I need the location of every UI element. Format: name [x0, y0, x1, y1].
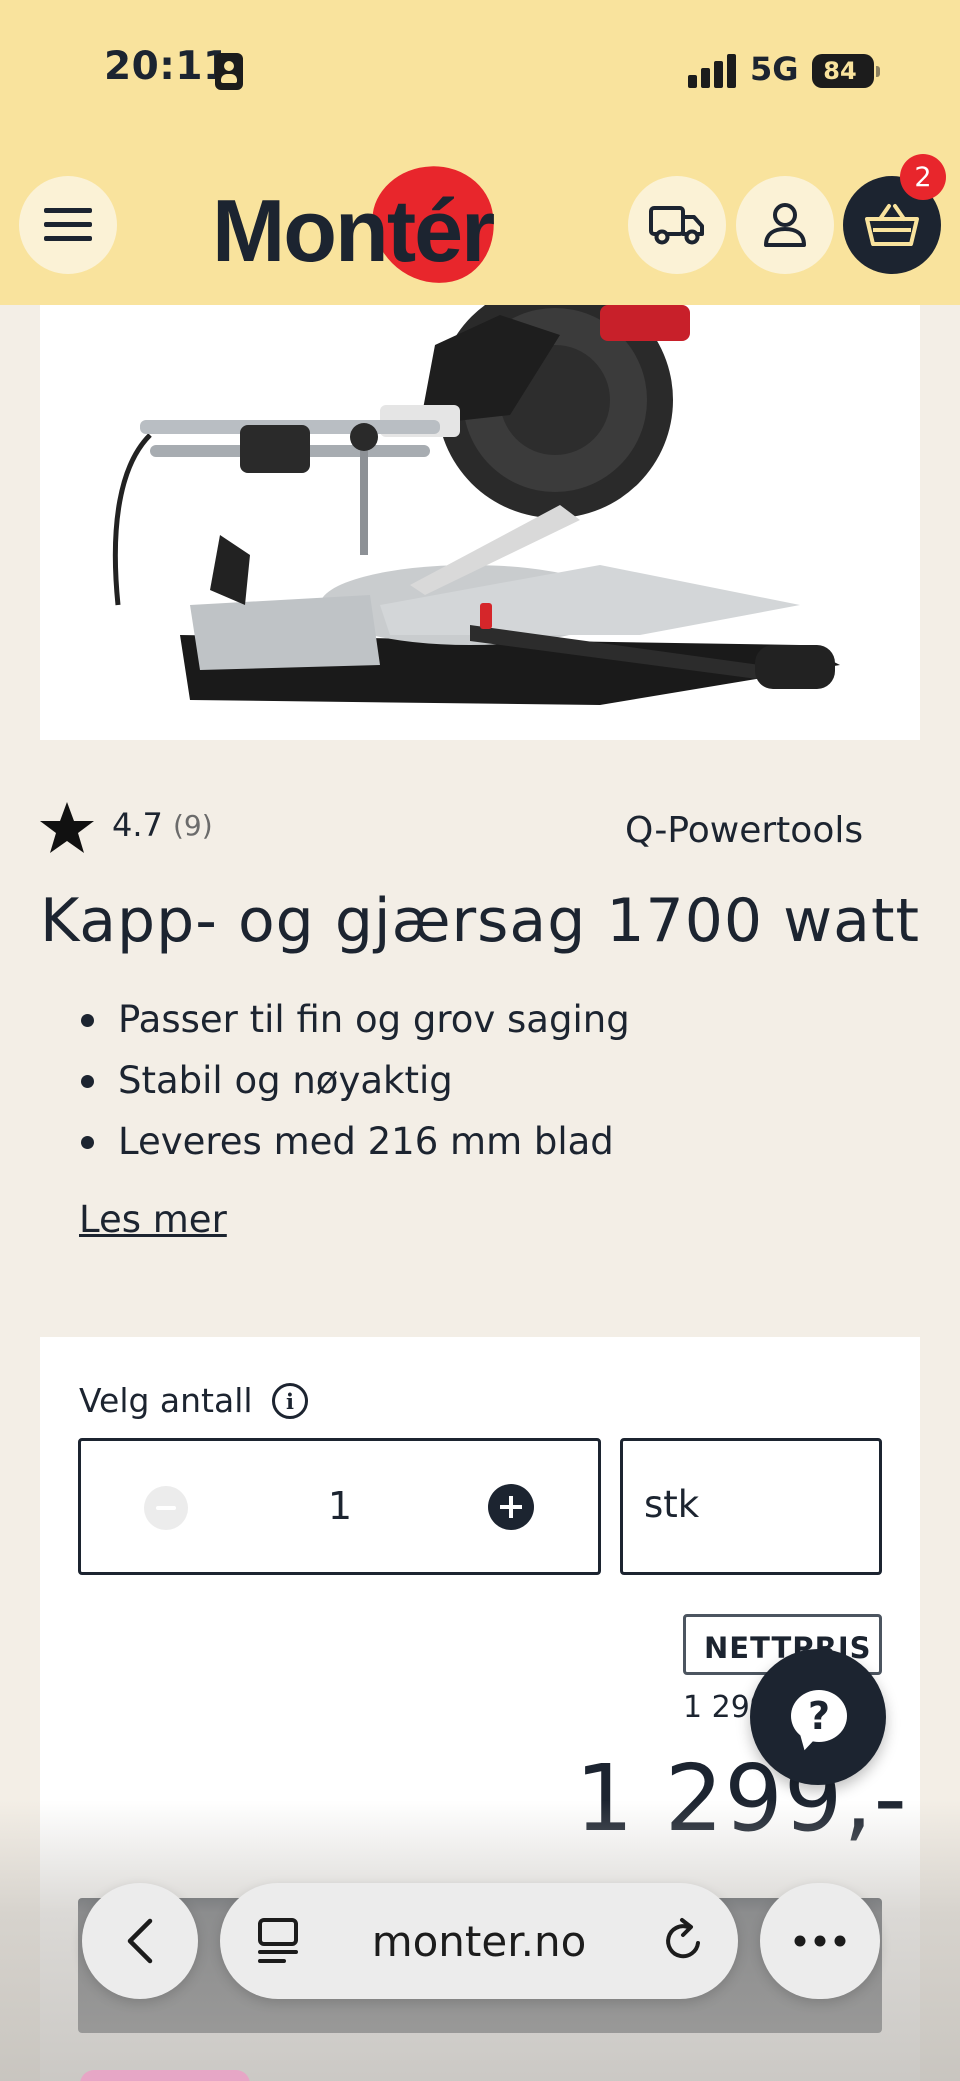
signal-icon: [688, 54, 738, 88]
quantity-label: Velg antall: [79, 1381, 253, 1420]
logo-text: Montér: [212, 181, 495, 280]
miter-saw-image: [112, 282, 840, 705]
product-image[interactable]: [40, 282, 920, 740]
back-button[interactable]: [82, 1883, 198, 1999]
feature-item: Passer til fin og grov saging: [81, 995, 630, 1056]
contact-card-icon: [215, 53, 243, 90]
feature-list: Passer til fin og grov saging Stabil og …: [81, 995, 630, 1178]
user-icon: [764, 203, 806, 247]
monter-logo[interactable]: Montér: [212, 154, 522, 296]
star-icon: [40, 802, 94, 853]
reload-icon[interactable]: [662, 1917, 706, 1963]
review-count[interactable]: (9): [173, 809, 213, 842]
more-button[interactable]: [760, 1883, 880, 1999]
read-more-link[interactable]: Les mer: [79, 1198, 227, 1241]
info-icon[interactable]: i: [272, 1383, 308, 1419]
network-type: 5G: [750, 50, 799, 88]
account-button[interactable]: [736, 176, 834, 274]
brand-name[interactable]: Q-Powertools: [625, 810, 863, 851]
question-icon: ?: [791, 1690, 847, 1742]
truck-icon: [649, 206, 704, 245]
site-header: 20:11 5G 84 Montér 2: [0, 0, 960, 305]
rating-value: 4.7: [112, 806, 163, 844]
feature-item: Stabil og nøyaktig: [81, 1056, 630, 1117]
battery-icon: 84: [812, 54, 880, 88]
menu-button[interactable]: [19, 176, 117, 274]
quantity-value[interactable]: 1: [320, 1484, 360, 1528]
product-title: Kapp- og gjærsag 1700 watt: [40, 886, 921, 956]
url-text: monter.no: [371, 1916, 587, 1966]
battery-level: 84: [823, 57, 857, 85]
menu-icon: [44, 208, 92, 241]
cart-count-badge: 2: [900, 154, 946, 200]
unit-select[interactable]: stk: [620, 1438, 882, 1575]
more-icon: [794, 1935, 846, 1947]
delivery-button[interactable]: [628, 176, 726, 274]
feature-item: Leveres med 216 mm blad: [81, 1117, 630, 1178]
promo-tab: [80, 2070, 250, 2081]
status-time: 20:11: [104, 44, 231, 89]
tabs-icon[interactable]: [256, 1916, 300, 1966]
plus-icon[interactable]: [488, 1484, 534, 1530]
minus-icon[interactable]: [144, 1486, 188, 1530]
back-icon: [127, 1918, 153, 1964]
basket-icon: [865, 204, 919, 246]
